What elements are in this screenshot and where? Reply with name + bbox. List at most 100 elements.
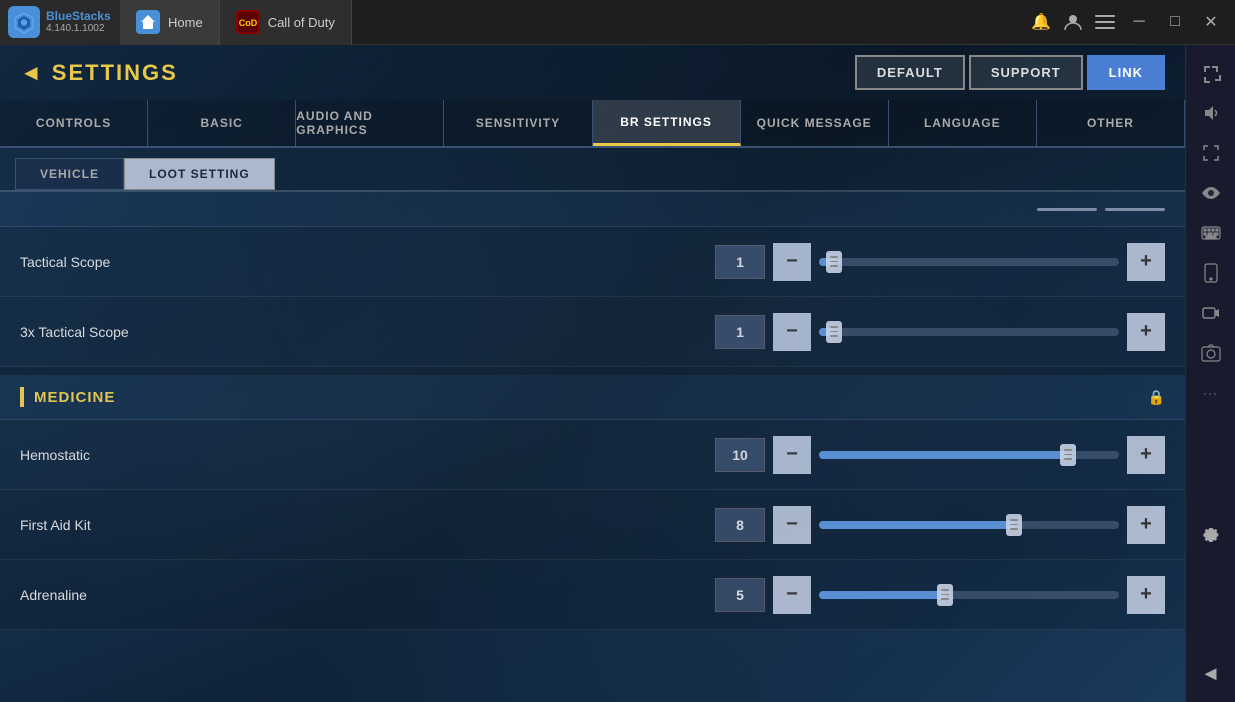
setting-row-first-aid-kit: First Aid Kit 8 − + xyxy=(0,490,1185,560)
support-button[interactable]: SUPPORT xyxy=(969,55,1083,90)
home-tab-icon xyxy=(136,10,160,34)
app-name: BlueStacks xyxy=(46,9,111,23)
tab-other[interactable]: OTHER xyxy=(1037,100,1185,146)
sidebar-volume-icon[interactable] xyxy=(1193,95,1229,131)
subtab-vehicle[interactable]: VEHICLE xyxy=(15,158,124,190)
setting-row-tactical-scope: Tactical Scope 1 − xyxy=(0,227,1185,297)
tab-br-settings-label: BR SETTINGS xyxy=(620,115,712,129)
hemostatic-control: 10 − + xyxy=(715,436,1165,474)
sidebar-fullscreen-icon[interactable] xyxy=(1193,135,1229,171)
settings-header: ◄ SETTINGS DEFAULT SUPPORT LINK xyxy=(0,45,1185,100)
notification-icon[interactable]: 🔔 xyxy=(1027,8,1055,36)
tactical-scope-control: 1 − + xyxy=(715,243,1165,281)
link-button[interactable]: LINK xyxy=(1087,55,1165,90)
titlebar: BlueStacks 4.140.1.1002 Home CoD Call of… xyxy=(0,0,1235,45)
back-arrow-icon: ◄ xyxy=(20,60,44,86)
subtab-loot-setting[interactable]: LOOT SETTING xyxy=(124,158,275,190)
adrenaline-thumb[interactable] xyxy=(937,584,953,606)
tactical-scope-value: 1 xyxy=(715,245,765,279)
tactical-scope-label: Tactical Scope xyxy=(20,254,220,270)
adrenaline-minus-button[interactable]: − xyxy=(773,576,811,614)
first-aid-kit-value: 8 xyxy=(715,508,765,542)
hemostatic-slider[interactable] xyxy=(819,451,1119,459)
first-aid-kit-plus-button[interactable]: + xyxy=(1127,506,1165,544)
3x-tactical-scope-thumb[interactable] xyxy=(826,321,842,343)
3x-tactical-scope-minus-button[interactable]: − xyxy=(773,313,811,351)
sidebar-record-icon[interactable] xyxy=(1193,295,1229,331)
tab-home[interactable]: Home xyxy=(120,0,220,45)
hemostatic-thumb[interactable] xyxy=(1060,444,1076,466)
3x-tactical-scope-label: 3x Tactical Scope xyxy=(20,324,220,340)
maximize-button[interactable]: □ xyxy=(1159,6,1191,38)
lock-icon: 🔒 xyxy=(1148,389,1165,406)
section-divider xyxy=(0,367,1185,375)
3x-tactical-scope-value: 1 xyxy=(715,315,765,349)
first-aid-kit-thumb[interactable] xyxy=(1006,514,1022,536)
tab-br-settings[interactable]: BR SETTINGS xyxy=(593,100,741,146)
header-buttons: DEFAULT SUPPORT LINK xyxy=(855,55,1165,90)
settings-panel: ◄ SETTINGS DEFAULT SUPPORT LINK CONTROLS… xyxy=(0,45,1185,702)
adrenaline-value: 5 xyxy=(715,578,765,612)
sidebar-screenshot-icon[interactable] xyxy=(1193,335,1229,371)
titlebar-right-icons: 🔔 ─ □ ✕ xyxy=(1019,6,1235,38)
tab-audio-graphics-label: AUDIO AND GRAPHICS xyxy=(296,109,443,137)
cod-tab-icon: CoD xyxy=(236,10,260,34)
svg-text:CoD: CoD xyxy=(238,18,257,28)
sub-tabs: VEHICLE LOOT SETTING xyxy=(0,148,1185,190)
tactical-scope-slider[interactable] xyxy=(819,258,1119,266)
tab-cod[interactable]: CoD Call of Duty xyxy=(220,0,352,45)
adrenaline-slider[interactable] xyxy=(819,591,1119,599)
3x-tactical-scope-slider[interactable] xyxy=(819,328,1119,336)
hemostatic-plus-button[interactable]: + xyxy=(1127,436,1165,474)
tab-basic-label: BASIC xyxy=(201,116,243,130)
tab-sensitivity[interactable]: SENSITIVITY xyxy=(444,100,592,146)
back-button[interactable]: ◄ SETTINGS xyxy=(20,60,178,86)
nav-tabs: CONTROLS BASIC AUDIO AND GRAPHICS SENSIT… xyxy=(0,100,1185,148)
bluestacks-logo-icon xyxy=(8,6,40,38)
tab-controls-label: CONTROLS xyxy=(36,116,111,130)
medicine-indicator xyxy=(20,387,24,407)
sidebar-eye-icon[interactable] xyxy=(1193,175,1229,211)
first-aid-kit-control: 8 − + xyxy=(715,506,1165,544)
main-area: ◄ SETTINGS DEFAULT SUPPORT LINK CONTROLS… xyxy=(0,45,1235,702)
tab-audio-graphics[interactable]: AUDIO AND GRAPHICS xyxy=(296,100,444,146)
settings-title: SETTINGS xyxy=(52,60,178,86)
3x-tactical-scope-plus-button[interactable]: + xyxy=(1127,313,1165,351)
hemostatic-minus-button[interactable]: − xyxy=(773,436,811,474)
sidebar-gear-icon[interactable] xyxy=(1193,516,1229,552)
menu-icon[interactable] xyxy=(1091,8,1119,36)
3x-tactical-scope-control: 1 − + xyxy=(715,313,1165,351)
first-aid-kit-slider[interactable] xyxy=(819,521,1119,529)
sidebar-keyboard-icon[interactable] xyxy=(1193,215,1229,251)
app-logo: BlueStacks 4.140.1.1002 xyxy=(0,0,120,45)
close-button[interactable]: ✕ xyxy=(1195,6,1227,38)
tactical-scope-thumb[interactable] xyxy=(826,251,842,273)
tactical-scope-minus-button[interactable]: − xyxy=(773,243,811,281)
adrenaline-control: 5 − + xyxy=(715,576,1165,614)
tactical-scope-plus-button[interactable]: + xyxy=(1127,243,1165,281)
adrenaline-plus-button[interactable]: + xyxy=(1127,576,1165,614)
scroll-content[interactable]: Tactical Scope 1 − xyxy=(0,190,1185,696)
subtab-loot-setting-label: LOOT SETTING xyxy=(149,167,250,181)
tab-basic[interactable]: BASIC xyxy=(148,100,296,146)
tab-language-label: LANGUAGE xyxy=(924,116,1001,130)
first-aid-kit-fill xyxy=(819,521,1014,529)
first-aid-kit-minus-button[interactable]: − xyxy=(773,506,811,544)
tab-controls[interactable]: CONTROLS xyxy=(0,100,148,146)
setting-row-3x-tactical-scope: 3x Tactical Scope 1 − xyxy=(0,297,1185,367)
adrenaline-fill xyxy=(819,591,945,599)
sidebar-back-icon[interactable]: ◄ xyxy=(1193,656,1229,692)
tab-quick-message[interactable]: QUICK MESSAGE xyxy=(741,100,889,146)
right-sidebar: ··· ◄ xyxy=(1185,45,1235,702)
tab-language[interactable]: LANGUAGE xyxy=(889,100,1037,146)
minimize-button[interactable]: ─ xyxy=(1123,6,1155,38)
adrenaline-label: Adrenaline xyxy=(20,587,220,603)
sidebar-more-icon[interactable]: ··· xyxy=(1193,375,1229,411)
sidebar-expand-icon[interactable] xyxy=(1193,55,1229,91)
hemostatic-label: Hemostatic xyxy=(20,447,220,463)
account-icon[interactable] xyxy=(1059,8,1087,36)
sidebar-phone-icon[interactable] xyxy=(1193,255,1229,291)
tab-quick-message-label: QUICK MESSAGE xyxy=(757,116,872,130)
hemostatic-value: 10 xyxy=(715,438,765,472)
default-button[interactable]: DEFAULT xyxy=(855,55,965,90)
